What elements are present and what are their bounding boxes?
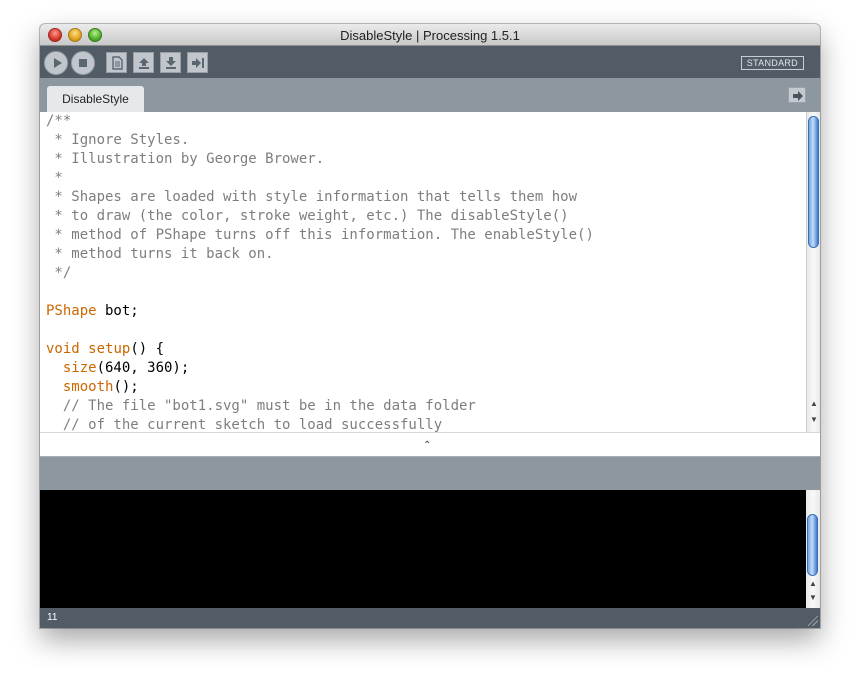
open-button[interactable] [133,52,154,73]
code-line: * Shapes are loaded with style informati… [46,189,578,205]
console-area[interactable] [40,490,806,608]
title-bar: DisableStyle | Processing 1.5.1 [40,24,820,46]
code-editor[interactable]: /** * Ignore Styles. * Illustration by G… [40,112,806,432]
scroll-down-arrow-icon[interactable]: ▼ [808,592,818,604]
window-title: DisableStyle | Processing 1.5.1 [340,28,520,43]
tab-disablestyle[interactable]: DisableStyle [47,86,144,112]
scroll-up-arrow-icon[interactable]: ▲ [809,398,819,410]
code-line: * Illustration by George Brower. [46,151,325,167]
line-number: 11 [47,612,58,623]
code-line: * [46,170,63,186]
new-file-icon [112,56,123,70]
resize-grip-icon[interactable] [808,616,818,626]
code-text: /** * Ignore Styles. * Illustration by G… [46,112,594,432]
code-line: PShape bot; [46,303,139,319]
arrow-right-icon [793,91,803,101]
new-button[interactable] [106,52,127,73]
stop-button[interactable] [71,51,95,75]
status-line-number: 11 [40,608,820,628]
caret-up-icon: ⌃ [423,440,432,451]
scroll-down-arrow-icon[interactable]: ▼ [809,414,819,426]
code-line: * method turns it back on. [46,246,274,262]
save-arrow-down-icon [166,57,176,69]
toolbar: STANDARD [40,46,820,78]
code-line: size(640, 360); [62,360,190,376]
run-button[interactable] [44,51,68,75]
stop-icon [79,59,87,67]
code-line: // of the current sketch to load success… [46,417,443,432]
code-line: * method of PShape turns off this inform… [46,227,594,243]
open-arrow-up-icon [139,58,149,69]
code-line: // The file "bot1.svg" must be in the da… [46,398,476,414]
code-line: * to draw (the color, stroke weight, etc… [46,208,569,224]
mode-selector[interactable]: STANDARD [740,56,804,70]
code-line: */ [46,265,72,281]
export-arrow-right-icon [192,58,204,68]
scroll-up-arrow-icon[interactable]: ▲ [808,578,818,590]
save-button[interactable] [160,52,181,73]
message-area [40,456,820,490]
code-line: * Ignore Styles. [46,132,190,148]
play-icon [54,58,62,68]
tab-menu-button[interactable] [788,87,806,103]
code-line: void setup() { [46,341,165,357]
console-scrollbar[interactable]: ▲ ▼ [806,490,820,608]
tab-strip: DisableStyle [40,78,820,112]
editor-scrollbar[interactable]: ▲ ▼ [806,112,820,432]
editor-scroll-thumb[interactable] [808,116,819,248]
export-button[interactable] [187,52,208,73]
processing-window: DisableStyle | Processing 1.5.1 STANDARD… [40,24,820,628]
console-scroll-thumb[interactable] [807,514,818,576]
editor-splitter[interactable]: ⌃ [40,432,820,456]
code-line: smooth(); [62,379,139,395]
code-line: /** [46,113,72,129]
